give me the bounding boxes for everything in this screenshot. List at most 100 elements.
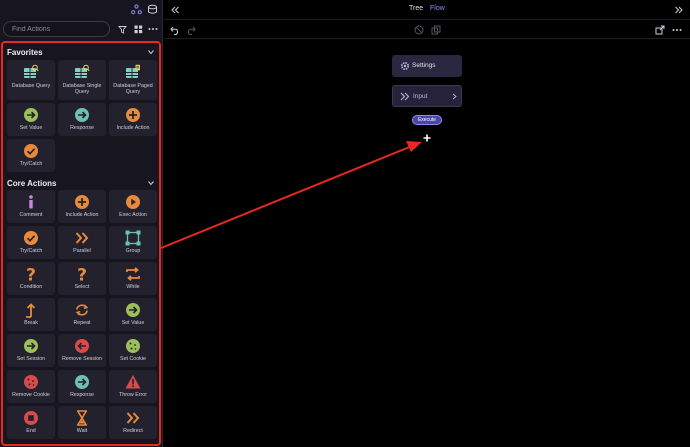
- execute-badge[interactable]: Execute: [412, 115, 442, 125]
- database-page-icon: [125, 64, 141, 80]
- export-icon[interactable]: [655, 25, 665, 35]
- action-tile-label: Group: [125, 248, 141, 254]
- action-tile-throw-error[interactable]: Throw Error: [109, 370, 157, 403]
- action-tile-database-query[interactable]: Database Query: [7, 60, 55, 100]
- filter-icon[interactable]: [115, 22, 129, 36]
- chevron-down-icon[interactable]: [147, 179, 155, 187]
- action-tile-include-action[interactable]: Include Action: [58, 190, 106, 223]
- action-tile-select[interactable]: ? Select: [58, 262, 106, 295]
- settings-node[interactable]: Settings: [392, 55, 462, 77]
- action-tile-label: Response: [70, 125, 94, 131]
- action-tile-label: Set Cookie: [120, 356, 146, 362]
- action-tile-exec-action[interactable]: Exec Action: [109, 190, 157, 223]
- action-tile-database-paged-query[interactable]: Database Paged Query: [109, 60, 157, 100]
- repeat-icon: [74, 302, 90, 318]
- action-tile-label: Set Value: [121, 320, 145, 326]
- database-search-icon: [74, 64, 90, 80]
- check-circle-icon: [23, 230, 39, 246]
- tab-tree[interactable]: Tree: [409, 5, 423, 12]
- tab-flow[interactable]: Flow: [430, 5, 445, 12]
- action-tile-label: Remove Cookie: [12, 392, 50, 398]
- gear-icon: [400, 61, 410, 71]
- grid-view-icon[interactable]: [131, 22, 145, 36]
- action-tile-set-cookie[interactable]: Set Cookie: [109, 334, 157, 367]
- undo-icon[interactable]: [170, 25, 180, 35]
- search-input[interactable]: [4, 22, 109, 36]
- action-tile-end[interactable]: End: [7, 406, 55, 439]
- action-tile-label: Include Action: [65, 212, 99, 218]
- svg-text:?: ?: [26, 266, 36, 282]
- action-tile-remove-cookie[interactable]: Remove Cookie: [7, 370, 55, 403]
- action-tile-label: Try/Catch: [19, 161, 43, 167]
- play-circle-icon: [125, 194, 141, 210]
- action-tile-database-single-query[interactable]: Database Single Query: [58, 60, 106, 100]
- action-tile-label: Redirect: [123, 428, 143, 434]
- action-tile-group[interactable]: Group: [109, 226, 157, 259]
- action-tile-set-value[interactable]: Set Value: [7, 103, 55, 136]
- chevron-down-icon[interactable]: [147, 48, 155, 56]
- action-tile-label: Throw Error: [119, 392, 147, 398]
- more-options-icon[interactable]: [146, 22, 160, 36]
- loop-icon: [125, 266, 141, 282]
- action-tile-label: Remove Session: [61, 356, 103, 362]
- redo-icon[interactable]: [186, 25, 196, 35]
- network-icon[interactable]: [131, 4, 142, 15]
- info-icon: [23, 194, 39, 210]
- database-icon[interactable]: [147, 4, 158, 15]
- action-tile-label: Set Value: [19, 125, 43, 131]
- action-tile-label: Database Paged Query: [113, 83, 153, 95]
- action-tile-response[interactable]: Response: [58, 370, 106, 403]
- action-tile-label: Database Query: [11, 83, 51, 89]
- double-chevron-icon: [74, 230, 90, 246]
- collapse-right-icon[interactable]: [674, 5, 684, 15]
- action-tile-set-session[interactable]: Set Session: [7, 334, 55, 367]
- database-search-icon: [23, 64, 39, 80]
- action-tile-label: Response: [70, 392, 94, 398]
- more-options-icon[interactable]: [672, 25, 682, 35]
- action-tile-response[interactable]: Response: [58, 103, 106, 136]
- panel-toolbar: [0, 0, 163, 20]
- action-tile-label: Try/Catch: [19, 248, 43, 254]
- action-tile-while[interactable]: While: [109, 262, 157, 295]
- input-node[interactable]: Input: [392, 85, 462, 107]
- group-icon: [125, 230, 141, 246]
- cookie-icon: [23, 374, 39, 390]
- action-tile-label: Include Action: [116, 125, 150, 131]
- action-tile-remove-session[interactable]: Remove Session: [58, 334, 106, 367]
- action-tile-parallel[interactable]: Parallel: [58, 226, 106, 259]
- arrow-right-circle-icon: [125, 302, 141, 318]
- search-field[interactable]: [3, 21, 110, 37]
- add-step-icon[interactable]: [423, 134, 431, 142]
- break-icon: [23, 302, 39, 318]
- action-tile-wait[interactable]: Wait: [58, 406, 106, 439]
- core-actions-header[interactable]: Core Actions: [7, 179, 57, 188]
- action-tile-condition[interactable]: ? Condition: [7, 262, 55, 295]
- action-tile-try-catch[interactable]: Try/Catch: [7, 139, 55, 172]
- action-tile-label: While: [126, 284, 140, 290]
- action-tile-label: Repeat: [73, 320, 91, 326]
- arrow-right-circle-icon: [23, 338, 39, 354]
- plus-circle-icon: [125, 107, 141, 123]
- svg-text:?: ?: [77, 266, 87, 282]
- cookie-icon: [125, 338, 141, 354]
- actions-list: Favorites Database Query Database Single …: [1, 41, 161, 446]
- action-tile-try-catch[interactable]: Try/Catch: [7, 226, 55, 259]
- action-tile-redirect[interactable]: Redirect: [109, 406, 157, 439]
- double-chevron-icon: [125, 410, 141, 426]
- hourglass-icon: [74, 410, 90, 426]
- action-tile-label: Set Session: [16, 356, 46, 362]
- settings-node-label: Settings: [412, 62, 436, 69]
- canvas-toolbar: [164, 21, 690, 39]
- favorites-header[interactable]: Favorites: [7, 48, 43, 57]
- action-tile-include-action[interactable]: Include Action: [109, 103, 157, 136]
- action-tile-repeat[interactable]: Repeat: [58, 298, 106, 331]
- plus-circle-icon: [74, 194, 90, 210]
- collapse-left-icon[interactable]: [170, 5, 180, 15]
- action-tile-comment[interactable]: Comment: [7, 190, 55, 223]
- disable-icon[interactable]: [414, 25, 424, 35]
- action-tile-label: Parallel: [73, 248, 91, 254]
- action-tile-set-value[interactable]: Set Value: [109, 298, 157, 331]
- copy-icon[interactable]: [431, 25, 441, 35]
- action-tile-label: Exec Action: [119, 212, 147, 218]
- action-tile-break[interactable]: Break: [7, 298, 55, 331]
